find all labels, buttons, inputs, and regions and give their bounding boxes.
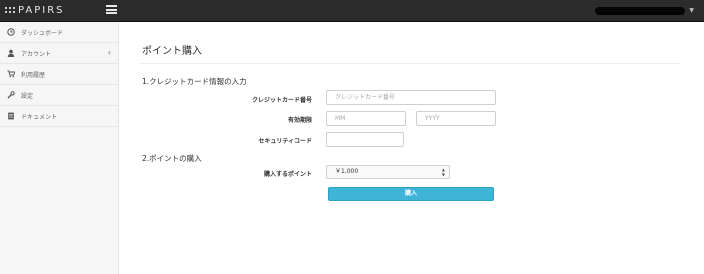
section-heading-points: 2.ポイントの購入 xyxy=(142,154,202,163)
points-label: 購入するポイント xyxy=(263,171,312,178)
top-navbar: PAPIRS ▼ xyxy=(0,0,704,22)
sidebar-item-label: ドキュメント xyxy=(21,113,58,121)
sidebar-item-settings[interactable]: 設定 xyxy=(0,85,118,106)
select-arrows-icon: ▲ ▼ xyxy=(441,167,445,177)
sidebar-item-label: アカウント xyxy=(21,50,52,58)
sidebar-item-dashboard[interactable]: ダッシュボード xyxy=(0,22,118,43)
expiry-label: 有効期限 xyxy=(287,117,312,124)
sidebar-item-documents[interactable]: ドキュメント xyxy=(0,106,118,127)
title-divider xyxy=(140,63,680,64)
brand-name: PAPIRS xyxy=(18,5,65,16)
dashboard-clock-icon xyxy=(7,28,15,36)
document-icon xyxy=(7,112,15,120)
points-selected-value: ￥1,000 xyxy=(335,168,359,175)
chevron-left-icon[interactable]: ‹ xyxy=(108,48,111,58)
brand-grid-icon xyxy=(5,6,15,15)
sidebar-item-label: 利用履歴 xyxy=(21,71,46,79)
sidebar-item-history[interactable]: 利用履歴 xyxy=(0,64,118,85)
expiry-year-input[interactable] xyxy=(416,111,496,126)
sidebar-item-label: 設定 xyxy=(21,92,34,100)
main-content: ポイント購入 1.クレジットカード情報の入力 クレジットカード番号 有効期限 セ… xyxy=(118,22,704,274)
redacted-username xyxy=(595,7,686,15)
sidebar: ダッシュボード アカウント ‹ 利用履歴 設定 ドキュメント xyxy=(0,22,119,274)
card-number-input[interactable] xyxy=(326,90,496,105)
user-menu[interactable]: ▼ xyxy=(595,6,694,16)
security-code-input[interactable] xyxy=(326,132,404,147)
hamburger-icon[interactable] xyxy=(106,5,117,14)
card-number-label: クレジットカード番号 xyxy=(251,97,312,104)
sidebar-item-account[interactable]: アカウント ‹ xyxy=(0,43,118,64)
sidebar-item-label: ダッシュボード xyxy=(21,29,64,37)
section-heading-credit-card: 1.クレジットカード情報の入力 xyxy=(142,77,247,86)
points-select[interactable]: ￥1,000 ▲ ▼ xyxy=(326,165,450,179)
user-icon xyxy=(7,49,15,57)
cart-icon xyxy=(7,70,15,78)
wrench-icon xyxy=(7,91,15,99)
page-title: ポイント購入 xyxy=(142,46,202,57)
expiry-month-input[interactable] xyxy=(326,111,406,126)
purchase-button[interactable]: 購入 xyxy=(328,187,494,201)
brand-logo[interactable]: PAPIRS xyxy=(5,3,65,18)
caret-down-icon: ▼ xyxy=(689,7,694,14)
security-code-label: セキュリティコード xyxy=(258,138,312,145)
